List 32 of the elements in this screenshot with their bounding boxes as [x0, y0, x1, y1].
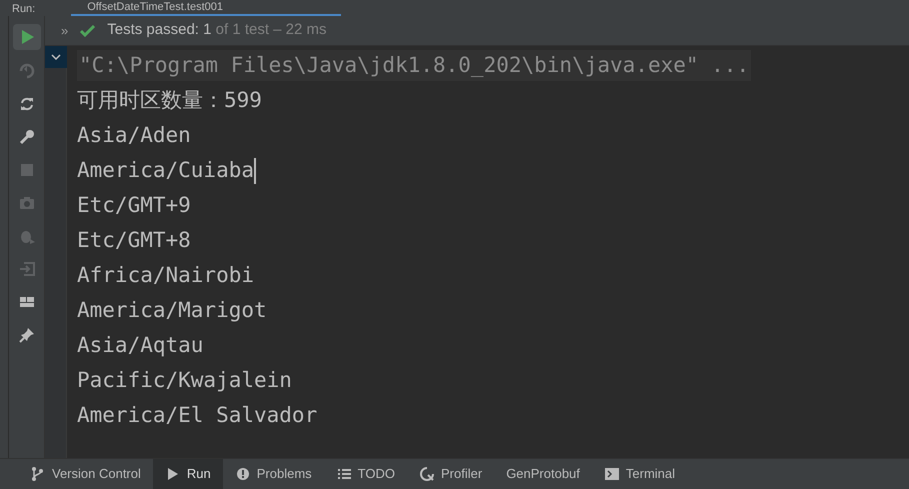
expand-toggle[interactable]: » — [61, 20, 68, 40]
tool-window-tab[interactable]: Terminal — [592, 459, 688, 489]
console-output-line: Asia/Aqtau — [77, 332, 204, 359]
console-output-line: America/El Salvador — [77, 402, 318, 429]
tool-window-tab[interactable]: GenProtobuf — [494, 459, 592, 489]
run-button[interactable] — [12, 24, 40, 50]
console-output-line: America/Cuiaba — [77, 156, 254, 184]
check-icon — [80, 24, 96, 36]
console-output-line: Etc/GMT+8 — [77, 226, 191, 254]
tool-window-tab[interactable]: Run — [152, 459, 223, 489]
terminal-icon — [604, 466, 620, 482]
camera-icon — [18, 194, 36, 212]
fold-button[interactable] — [44, 46, 66, 68]
console-output-line: Asia/Aden — [77, 122, 191, 149]
tool-window-label: Run: — [11, 2, 36, 16]
console-output-line: Pacific/Kwajalein — [77, 366, 292, 394]
list-icon — [336, 466, 352, 482]
console-output-line: Africa/Nairobi — [77, 262, 254, 289]
pin-icon — [18, 326, 36, 344]
alert-icon — [234, 466, 251, 482]
console-output-line: Etc/GMT+9 — [77, 192, 191, 219]
test-summary: Tests passed: 1 of 1 test – 22 ms — [107, 20, 327, 40]
tool-window-tab[interactable]: TODO — [324, 459, 407, 489]
import-icon — [18, 260, 36, 278]
console-output-line: 可用时区数量：599 — [77, 86, 262, 114]
rerun-icon — [18, 62, 36, 80]
tool-window-tab[interactable]: Problems — [222, 459, 324, 489]
tool-window-tab[interactable]: Profiler — [407, 459, 494, 489]
console-output-line: America/Marigot — [77, 296, 267, 324]
chevron-down-icon — [50, 54, 60, 60]
branch-icon — [30, 466, 46, 482]
tool-window-tab[interactable]: Version Control — [18, 459, 153, 489]
